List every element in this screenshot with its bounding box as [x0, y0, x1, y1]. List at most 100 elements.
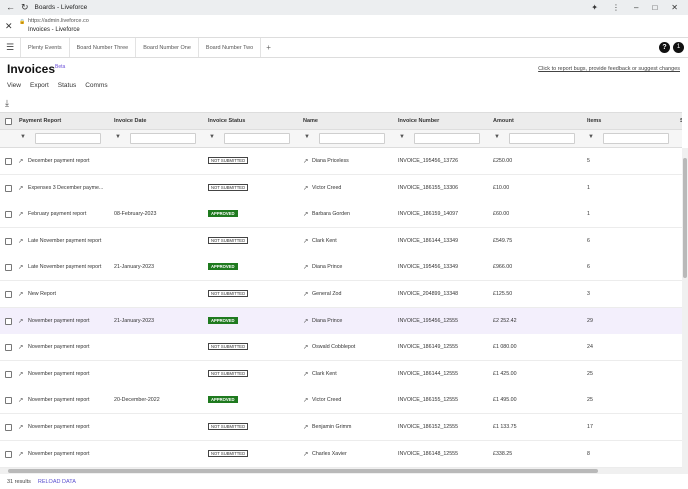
tab-plenty-events[interactable]: Plenty Events — [20, 38, 69, 57]
table-row[interactable]: ↗ Late November payment report 21-January-… — [0, 254, 682, 282]
horizontal-scrollbar[interactable] — [0, 468, 688, 474]
open-link-icon[interactable]: ↗ — [303, 450, 308, 458]
horizontal-scroll-thumb[interactable] — [8, 469, 598, 473]
table-row[interactable]: ↗ Expenses 3 December payme... NOT SUBMITT… — [0, 174, 682, 202]
row-checkbox[interactable] — [5, 424, 12, 431]
row-checkbox[interactable] — [5, 237, 12, 245]
table-row[interactable]: ↗ November payment report 21-January-2023 A… — [0, 307, 682, 335]
url-text[interactable]: https://admin.liveforce.co — [28, 18, 89, 24]
table-row[interactable]: ↗ November payment report NOT SUBMITTED ↗ Cl… — [0, 360, 682, 388]
open-link-icon[interactable]: ↗ — [18, 237, 23, 245]
window-close-icon[interactable]: ✕ — [671, 3, 678, 12]
vertical-scroll-thumb[interactable] — [683, 158, 687, 278]
maximize-icon[interactable]: □ — [652, 3, 657, 12]
hamburger-menu-icon[interactable]: ☰ — [0, 38, 20, 57]
open-link-icon[interactable]: ↗ — [303, 184, 308, 192]
row-checkbox[interactable] — [5, 184, 12, 192]
open-link-icon[interactable]: ↗ — [18, 263, 23, 271]
column-header-su[interactable]: Su — [680, 118, 682, 124]
filter-input[interactable] — [224, 133, 290, 144]
row-checkbox[interactable] — [5, 317, 12, 325]
table-row[interactable]: ↗ Late November payment report NOT SUBMITT… — [0, 227, 682, 255]
payment-report-cell[interactable]: November payment report — [28, 397, 90, 403]
payment-report-cell[interactable]: November payment report — [28, 424, 90, 430]
open-link-icon[interactable]: ↗ — [18, 370, 23, 378]
reload-icon[interactable]: ↻ — [21, 3, 29, 12]
name-cell[interactable]: Victor Creed — [312, 397, 341, 403]
name-cell[interactable]: Diana Prince — [312, 318, 342, 324]
column-header-payment-report[interactable]: Payment Report — [19, 118, 61, 124]
comms-menu[interactable]: Comms — [85, 82, 107, 89]
name-cell[interactable]: Diana Priceless — [312, 158, 349, 164]
add-tab-button[interactable]: + — [260, 38, 276, 57]
open-link-icon[interactable]: ↗ — [303, 370, 308, 378]
filter-input[interactable] — [319, 133, 385, 144]
column-header-name[interactable]: Name — [303, 118, 318, 124]
open-link-icon[interactable]: ↗ — [18, 423, 23, 431]
name-cell[interactable]: General Zod — [312, 291, 341, 297]
payment-report-cell[interactable]: November payment report — [28, 451, 90, 457]
back-arrow-icon[interactable]: ← — [6, 3, 15, 12]
table-row[interactable]: ↗ February payment report 08-February-2023… — [0, 201, 682, 229]
table-row[interactable]: ↗ November payment report NOT SUBMITTED ↗ Be… — [0, 414, 682, 441]
help-icon[interactable]: ? — [659, 42, 670, 53]
close-icon[interactable]: ✕ — [5, 21, 13, 32]
filter-icon[interactable]: ▼ — [399, 134, 405, 140]
row-checkbox[interactable] — [5, 158, 12, 165]
view-menu[interactable]: View — [7, 82, 21, 89]
open-link-icon[interactable]: ↗ — [18, 450, 23, 458]
name-cell[interactable]: Clark Kent — [312, 238, 337, 244]
column-header-invoice-status[interactable]: Invoice Status — [208, 118, 245, 124]
payment-report-cell[interactable]: December payment report — [28, 158, 90, 164]
filter-icon[interactable]: ▼ — [588, 134, 594, 140]
payment-report-cell[interactable]: Expenses 3 December payme... — [28, 185, 103, 191]
open-link-icon[interactable]: ↗ — [303, 290, 308, 298]
row-checkbox[interactable] — [5, 450, 12, 458]
payment-report-cell[interactable]: November payment report — [28, 371, 90, 377]
filter-icon[interactable]: ▼ — [115, 134, 121, 140]
name-cell[interactable]: Benjamin Grimm — [312, 424, 351, 430]
more-options-icon[interactable]: ⋮ — [612, 3, 620, 12]
filter-input[interactable] — [414, 133, 480, 144]
status-menu[interactable]: Status — [58, 82, 76, 89]
filter-icon[interactable]: ▼ — [494, 134, 500, 140]
name-cell[interactable]: Clark Kent — [312, 371, 337, 377]
open-link-icon[interactable]: ↗ — [18, 290, 23, 298]
extensions-icon[interactable]: ✦ — [591, 3, 598, 12]
open-link-icon[interactable]: ↗ — [18, 210, 23, 218]
payment-report-cell[interactable]: February payment report — [28, 211, 86, 217]
open-link-icon[interactable]: ↗ — [18, 184, 23, 192]
filter-icon[interactable]: ▼ — [20, 134, 26, 140]
filter-input[interactable] — [130, 133, 196, 144]
name-cell[interactable]: Charles Xavier — [312, 451, 347, 457]
tab-board-number-one[interactable]: Board Number One — [135, 38, 198, 57]
filter-input[interactable] — [509, 133, 575, 144]
download-icon[interactable]: ⤓ — [5, 98, 9, 109]
table-row[interactable]: ↗ December payment report NOT SUBMITTED ↗ Di… — [0, 148, 682, 175]
table-row[interactable]: ↗ November payment report NOT SUBMITTED ↗ Ch… — [0, 440, 682, 468]
open-link-icon[interactable]: ↗ — [303, 210, 308, 218]
open-link-icon[interactable]: ↗ — [303, 157, 308, 165]
open-link-icon[interactable]: ↗ — [18, 157, 23, 165]
row-checkbox[interactable] — [5, 370, 12, 378]
name-cell[interactable]: Diana Prince — [312, 264, 342, 270]
column-header-invoice-number[interactable]: Invoice Number — [398, 118, 439, 124]
filter-icon[interactable]: ▼ — [209, 134, 215, 140]
export-menu[interactable]: Export — [30, 82, 49, 89]
minimize-icon[interactable]: – — [634, 3, 638, 12]
payment-report-cell[interactable]: November payment report — [28, 318, 90, 324]
open-link-icon[interactable]: ↗ — [18, 396, 23, 404]
notification-bell-icon[interactable]: 1 — [673, 42, 684, 53]
row-checkbox[interactable] — [5, 264, 12, 272]
feedback-link[interactable]: Click to report bugs, provide feedback o… — [538, 66, 680, 72]
payment-report-cell[interactable]: New Report — [28, 291, 56, 297]
column-header-amount[interactable]: Amount — [493, 118, 514, 124]
open-link-icon[interactable]: ↗ — [303, 263, 308, 271]
filter-input[interactable] — [603, 133, 669, 144]
reload-data-button[interactable]: RELOAD DATA — [38, 479, 76, 485]
name-cell[interactable]: Barbara Gorden — [312, 211, 350, 217]
tab-board-number-three[interactable]: Board Number Three — [68, 38, 136, 57]
open-link-icon[interactable]: ↗ — [18, 317, 23, 325]
row-checkbox[interactable] — [5, 344, 12, 352]
table-row[interactable]: ↗ November payment report 20-December-2022… — [0, 387, 682, 415]
